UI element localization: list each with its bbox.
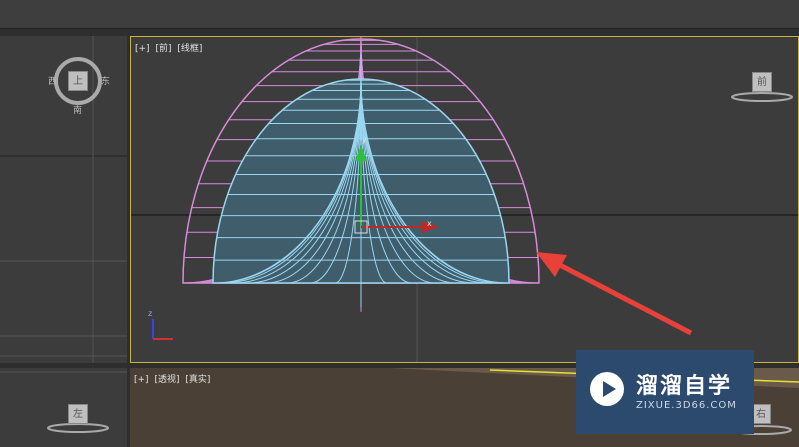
- front-viewcube-ring: [731, 92, 793, 102]
- viewcube-top[interactable]: 上: [68, 71, 88, 91]
- watermark-title: 溜溜自学: [636, 374, 733, 399]
- left-viewcube-ring: [0, 371, 127, 433]
- viewport-label[interactable]: [+] [透视] [真实]: [134, 372, 213, 385]
- compass-east: 东: [101, 77, 111, 87]
- compass-south: 南: [73, 106, 83, 116]
- compass-west: 西: [48, 77, 58, 87]
- viewport-left[interactable]: 左: [0, 368, 127, 447]
- viewport-menu-plus[interactable]: [+]: [134, 375, 149, 385]
- viewcube-front[interactable]: 前: [752, 72, 772, 92]
- top-toolbar: [0, 0, 799, 29]
- viewport-shading-mode[interactable]: [真实]: [185, 375, 210, 385]
- viewport-front[interactable]: [+] [前] [线框] y x z 前: [130, 36, 799, 363]
- viewcube-left[interactable]: 左: [68, 404, 88, 424]
- viewcube-perspective[interactable]: 右: [751, 404, 771, 424]
- play-logo-icon: [590, 372, 624, 406]
- watermark-subtitle: ZIXUE.3D66.COM: [636, 400, 737, 411]
- viewport-view-name[interactable]: [透视]: [154, 375, 179, 385]
- watermark-badge: 溜溜自学 ZIXUE.3D66.COM: [576, 350, 754, 434]
- viewport-top[interactable]: 上 西 东 南: [0, 36, 127, 363]
